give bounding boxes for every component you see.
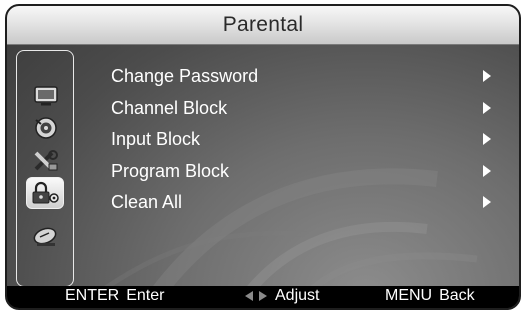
adjust-hint: Adjust: [245, 287, 319, 305]
tv-picture-icon[interactable]: [31, 82, 61, 110]
menu-back-hint: MENU Back: [385, 287, 475, 305]
adjust-action-label: Adjust: [275, 287, 320, 304]
menu-frame: Parental Change Password Channel Block I…: [5, 4, 521, 310]
parental-lock-icon[interactable]: [26, 177, 64, 209]
enter-action-label: Enter: [126, 287, 165, 304]
enter-hint: ENTER Enter: [65, 287, 164, 305]
submenu-arrow-icon: [483, 196, 491, 208]
menu-title: Parental: [222, 13, 304, 36]
submenu-arrow-icon: [483, 165, 491, 177]
menu-item-label: Input Block: [111, 128, 201, 149]
menu-key-label: MENU: [385, 287, 433, 304]
submenu-arrow-icon: [483, 133, 491, 145]
title-bar: Parental: [7, 6, 519, 45]
left-right-arrows-icon: [245, 290, 267, 301]
menu-item-label: Change Password: [111, 65, 259, 86]
menu-item-channel-block[interactable]: Channel Block: [111, 94, 491, 122]
submenu-arrow-icon: [483, 102, 491, 114]
sound-speaker-icon[interactable]: [31, 114, 61, 142]
menu-item-program-block[interactable]: Program Block: [111, 157, 491, 185]
back-action-label: Back: [439, 287, 475, 304]
setup-tools-icon[interactable]: [31, 147, 61, 175]
menu-item-input-block[interactable]: Input Block: [111, 125, 491, 153]
menu-item-label: Clean All: [111, 191, 183, 212]
satellite-dish-icon[interactable]: [31, 223, 61, 251]
enter-key-label: ENTER: [65, 287, 120, 304]
menu-item-change-password[interactable]: Change Password: [111, 62, 491, 90]
submenu-arrow-icon: [483, 70, 491, 82]
category-sidebar: [16, 50, 74, 287]
menu-item-clean-all[interactable]: Clean All: [111, 188, 491, 216]
key-hint-bar: ENTER Enter Adjust MENU Back: [7, 286, 519, 308]
parental-menu-screen: Parental Change Password Channel Block I…: [0, 0, 523, 312]
menu-item-label: Channel Block: [111, 97, 228, 118]
menu-item-label: Program Block: [111, 160, 230, 181]
